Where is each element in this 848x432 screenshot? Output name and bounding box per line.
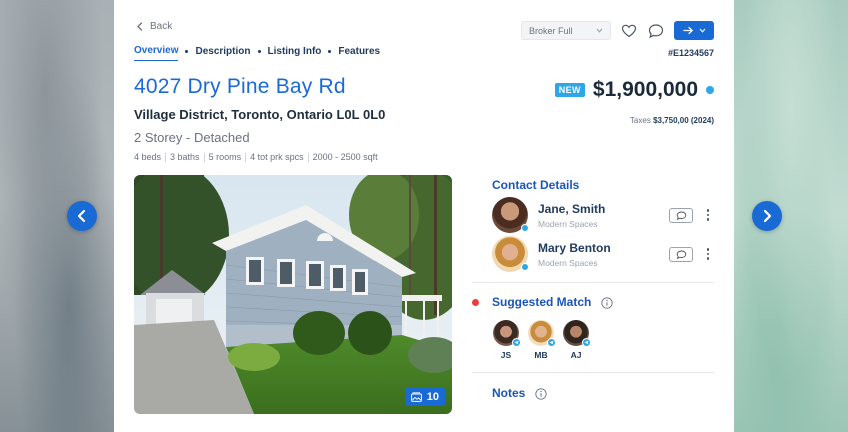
match-initials: MB [534, 350, 548, 360]
tab-separator [185, 49, 189, 53]
fact-divider [165, 152, 167, 162]
tab-features[interactable]: Features [338, 46, 380, 61]
divider [472, 372, 714, 373]
avatar [528, 320, 556, 347]
telegram-icon [582, 338, 591, 347]
match-initials: JS [500, 350, 512, 360]
notes-label: Notes [492, 386, 526, 400]
fact-parking: 4 tot prk spcs [250, 152, 304, 162]
chat-icon [676, 250, 686, 259]
favorite-button[interactable] [620, 22, 638, 40]
online-status-dot [521, 224, 529, 232]
suggested-match-title: Suggested Match [492, 295, 613, 309]
contact-item: Jane, Smith Modern Spaces [492, 197, 714, 233]
contact-company: Modern Spaces [538, 218, 598, 229]
price-row: NEW $1,900,000 [554, 78, 714, 102]
match-item[interactable]: JS [492, 320, 521, 360]
avatar [493, 320, 521, 347]
mls-number: #E1234567 [667, 48, 714, 58]
contact-name[interactable]: Mary Benton [538, 241, 669, 255]
chat-icon [676, 211, 686, 220]
online-status-dot [521, 263, 529, 271]
chevron-down-icon [596, 28, 603, 33]
fact-divider [245, 152, 247, 162]
comment-button[interactable] [647, 22, 665, 40]
fact-sqft: 2000 - 2500 sqft [312, 152, 378, 162]
tab-separator [328, 49, 332, 53]
listing-price: $1,900,000 [592, 78, 698, 101]
previous-listing-button[interactable] [67, 201, 97, 231]
avatar [563, 320, 591, 347]
heart-icon [621, 24, 637, 37]
chevron-left-icon [137, 22, 143, 31]
suggested-match-label: Suggested Match [492, 295, 592, 309]
avatar[interactable] [492, 197, 529, 233]
telegram-icon [512, 338, 521, 347]
contact-name[interactable]: Jane, Smith [538, 202, 669, 216]
view-select[interactable]: Broker Full [521, 21, 611, 40]
house-photo-image [134, 175, 452, 414]
listing-city: Village District, Toronto, Ontario L0L 0… [134, 107, 386, 122]
alert-dot [472, 299, 479, 306]
new-badge: NEW [554, 83, 585, 97]
gallery-icon [410, 391, 422, 402]
listing-taxes: Taxes $3,750,00 (2024) [630, 116, 714, 125]
info-icon[interactable] [601, 297, 613, 309]
listing-card: Back Overview Description Listing Info F… [114, 0, 734, 432]
info-icon[interactable] [535, 388, 547, 400]
avatar[interactable] [492, 236, 529, 272]
status-dot [706, 86, 714, 94]
chevron-left-icon [77, 209, 86, 223]
match-item[interactable]: AJ [562, 320, 591, 360]
fact-beds: 4 beds [134, 152, 162, 162]
contact-company: Modern Spaces [538, 257, 598, 268]
tab-description[interactable]: Description [195, 46, 250, 61]
share-icon [682, 26, 693, 35]
tab-separator [257, 49, 261, 53]
section-tabs: Overview Description Listing Info Featur… [134, 45, 380, 61]
chat-icon [648, 23, 664, 38]
back-label: Back [150, 21, 173, 32]
message-contact-button[interactable] [669, 246, 693, 262]
more-options-button[interactable] [702, 248, 714, 260]
photo-count: 10 [426, 390, 439, 403]
contact-item: Mary Benton Modern Spaces [492, 236, 714, 272]
contact-details-title: Contact Details [492, 178, 580, 192]
listing-photo[interactable]: 10 [134, 175, 452, 414]
divider [472, 282, 714, 283]
match-initials: AJ [570, 350, 582, 360]
fact-divider [203, 152, 205, 162]
match-item[interactable]: MB [527, 320, 556, 360]
chevron-right-icon [763, 209, 772, 223]
fact-rooms: 5 rooms [208, 152, 242, 162]
photo-gallery-button[interactable]: 10 [404, 387, 445, 406]
chevron-down-icon [699, 28, 705, 33]
fact-baths: 3 baths [170, 152, 200, 162]
tab-overview[interactable]: Overview [134, 45, 179, 61]
view-select-value: Broker Full [529, 25, 573, 36]
toolbar: Broker Full [521, 21, 714, 40]
telegram-icon [547, 338, 556, 347]
share-button[interactable] [674, 21, 714, 40]
listing-facts: 4 beds 3 baths 5 rooms 4 tot prk spcs 20… [134, 152, 378, 162]
more-options-button[interactable] [702, 209, 714, 221]
next-listing-button[interactable] [752, 201, 782, 231]
taxes-value: $3,750,00 (2024) [653, 116, 714, 125]
fact-divider [307, 152, 309, 162]
listing-address: 4027 Dry Pine Bay Rd [134, 75, 346, 98]
listing-style: 2 Storey - Detached [134, 130, 250, 145]
tab-listing-info[interactable]: Listing Info [268, 46, 322, 61]
message-contact-button[interactable] [669, 207, 693, 223]
back-link[interactable]: Back [136, 21, 172, 32]
notes-title: Notes [492, 386, 547, 400]
taxes-label: Taxes [629, 116, 651, 125]
